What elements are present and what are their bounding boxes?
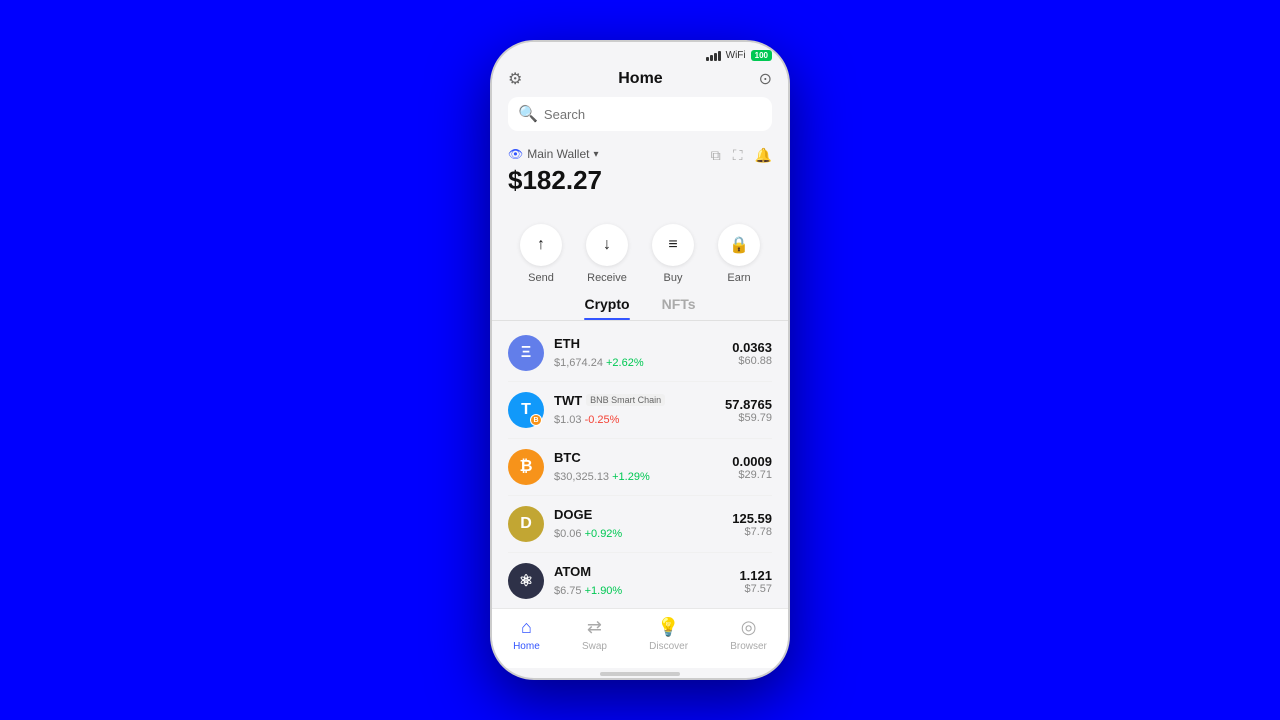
send-label: Send — [528, 272, 554, 284]
scan-button[interactable]: ⊙ — [759, 69, 772, 89]
notification-button[interactable]: 🔔 — [755, 147, 772, 164]
top-bar: ⚙ Home ⊙ — [492, 65, 788, 97]
buy-icon: ≡ — [652, 224, 694, 266]
signal-icon — [706, 51, 721, 61]
list-item[interactable]: T B TWT BNB Smart Chain $1.03 -0.25% 57.… — [508, 382, 772, 439]
tabs: Crypto NFTs — [492, 296, 788, 321]
receive-button[interactable]: ↓ Receive — [586, 224, 628, 284]
buy-button[interactable]: ≡ Buy — [652, 224, 694, 284]
swap-nav-icon: ⇄ — [587, 617, 602, 638]
bnb-badge-dot: B — [530, 414, 542, 426]
crypto-change: -0.25% — [585, 414, 620, 426]
crypto-amounts-atom: 1.121 $7.57 — [739, 568, 772, 595]
page-title: Home — [618, 70, 662, 88]
send-button[interactable]: ↑ Send — [520, 224, 562, 284]
send-icon: ↑ — [520, 224, 562, 266]
twt-icon: T B — [508, 392, 544, 428]
crypto-usd: $60.88 — [732, 355, 772, 367]
crypto-info-doge: DOGE $0.06 +0.92% — [554, 507, 732, 542]
earn-icon: 🔒 — [718, 224, 760, 266]
search-input[interactable] — [544, 107, 762, 122]
doge-icon: D — [508, 506, 544, 542]
crypto-symbol: ATOM — [554, 564, 591, 579]
search-bar: 🔍 — [508, 97, 772, 131]
atom-icon: ⚛ — [508, 563, 544, 599]
crypto-info-btc: BTC $30,325.13 +1.29% — [554, 450, 732, 485]
browser-nav-icon: ◎ — [741, 617, 757, 638]
earn-label: Earn — [727, 272, 750, 284]
crypto-symbol: BTC — [554, 450, 581, 465]
home-nav-label: Home — [513, 641, 540, 652]
crypto-amounts-twt: 57.8765 $59.79 — [725, 397, 772, 424]
crypto-change: +1.90% — [585, 585, 623, 597]
crypto-list: Ξ ETH $1,674.24 +2.62% 0.0363 $60.88 T B — [492, 325, 788, 608]
crypto-change: +2.62% — [606, 357, 644, 369]
bottom-nav: ⌂ Home ⇄ Swap 💡 Discover ◎ Browser — [492, 608, 788, 668]
action-bar: ↑ Send ↓ Receive ≡ Buy 🔒 Earn — [492, 216, 788, 296]
status-bar: WiFi 100 — [492, 42, 788, 65]
wallet-section: 👁 Main Wallet ▾ $182.27 ⧉ ⛶ 🔔 — [492, 143, 788, 216]
nav-swap[interactable]: ⇄ Swap — [582, 617, 607, 652]
crypto-usd: $7.78 — [732, 526, 772, 538]
tab-crypto[interactable]: Crypto — [584, 296, 629, 320]
crypto-change: +1.29% — [612, 471, 650, 483]
crypto-amount: 57.8765 — [725, 397, 772, 412]
fullscreen-button[interactable]: ⛶ — [733, 147, 743, 164]
crypto-usd: $7.57 — [739, 583, 772, 595]
wallet-balance: $182.27 — [508, 165, 602, 196]
crypto-info-atom: ATOM $6.75 +1.90% — [554, 564, 739, 599]
wallet-header: 👁 Main Wallet ▾ — [508, 147, 602, 161]
crypto-price: $30,325.13 — [554, 471, 612, 483]
nav-browser[interactable]: ◎ Browser — [730, 617, 767, 652]
crypto-symbol: ETH — [554, 336, 580, 351]
home-nav-icon: ⌂ — [521, 617, 532, 638]
crypto-usd: $59.79 — [725, 412, 772, 424]
crypto-info-eth: ETH $1,674.24 +2.62% — [554, 336, 732, 371]
crypto-info-twt: TWT BNB Smart Chain $1.03 -0.25% — [554, 393, 725, 428]
swap-nav-label: Swap — [582, 641, 607, 652]
crypto-amount: 1.121 — [739, 568, 772, 583]
eth-icon: Ξ — [508, 335, 544, 371]
phone-frame: WiFi 100 ⚙ Home ⊙ 🔍 👁 Main Wallet ▾ $182… — [490, 40, 790, 680]
wallet-chevron-icon: ▾ — [593, 149, 598, 160]
browser-nav-label: Browser — [730, 641, 767, 652]
buy-label: Buy — [664, 272, 683, 284]
list-item[interactable]: ₿ BTC $30,325.13 +1.29% 0.0009 $29.71 — [508, 439, 772, 496]
crypto-network-badge: BNB Smart Chain — [586, 394, 665, 406]
list-item[interactable]: D DOGE $0.06 +0.92% 125.59 $7.78 — [508, 496, 772, 553]
discover-nav-icon: 💡 — [657, 617, 679, 638]
crypto-price: $6.75 — [554, 585, 585, 597]
wifi-icon: WiFi — [726, 50, 746, 61]
receive-label: Receive — [587, 272, 627, 284]
crypto-change: +0.92% — [585, 528, 623, 540]
eye-icon: 👁 — [508, 147, 523, 161]
crypto-amounts-doge: 125.59 $7.78 — [732, 511, 772, 538]
crypto-symbol: DOGE — [554, 507, 592, 522]
nav-home[interactable]: ⌂ Home — [513, 617, 540, 652]
settings-button[interactable]: ⚙ — [508, 69, 522, 89]
search-icon: 🔍 — [518, 104, 538, 124]
crypto-usd: $29.71 — [732, 469, 772, 481]
receive-icon: ↓ — [586, 224, 628, 266]
crypto-amount: 125.59 — [732, 511, 772, 526]
wallet-label: Main Wallet — [527, 147, 589, 161]
list-item[interactable]: ⚛ ATOM $6.75 +1.90% 1.121 $7.57 — [508, 553, 772, 608]
copy-button[interactable]: ⧉ — [711, 147, 721, 164]
crypto-amount: 0.0009 — [732, 454, 772, 469]
btc-icon: ₿ — [508, 449, 544, 485]
tab-nfts[interactable]: NFTs — [662, 296, 696, 320]
crypto-price: $1,674.24 — [554, 357, 606, 369]
crypto-amounts-eth: 0.0363 $60.88 — [732, 340, 772, 367]
earn-button[interactable]: 🔒 Earn — [718, 224, 760, 284]
nav-discover[interactable]: 💡 Discover — [649, 617, 688, 652]
crypto-price: $1.03 — [554, 414, 585, 426]
crypto-amount: 0.0363 — [732, 340, 772, 355]
crypto-symbol: TWT — [554, 393, 582, 408]
crypto-amounts-btc: 0.0009 $29.71 — [732, 454, 772, 481]
list-item[interactable]: Ξ ETH $1,674.24 +2.62% 0.0363 $60.88 — [508, 325, 772, 382]
home-indicator — [600, 672, 680, 676]
crypto-price: $0.06 — [554, 528, 585, 540]
battery-badge: 100 — [751, 50, 772, 61]
discover-nav-label: Discover — [649, 641, 688, 652]
